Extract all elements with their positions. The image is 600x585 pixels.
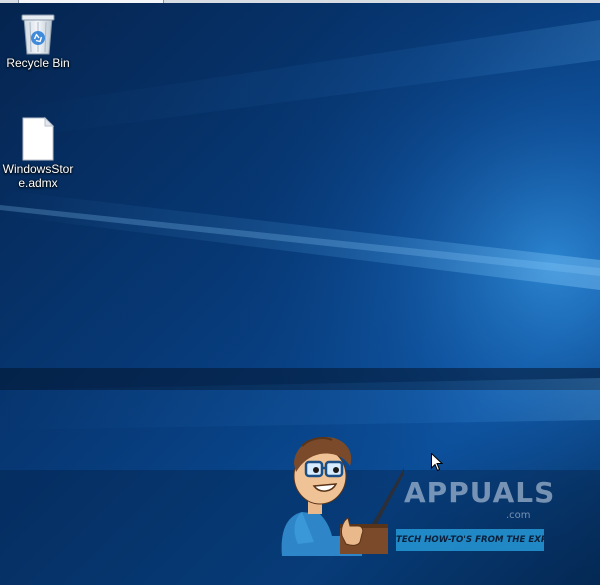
desktop-icon-label: Recycle Bin: [6, 56, 70, 70]
desktop[interactable]: Recycle Bin WindowsStore.admx APPUALS .c…: [0, 0, 600, 585]
desktop-icon-label: WindowsStore.admx: [2, 162, 74, 190]
watermark-domain-suffix: .com: [506, 510, 531, 521]
recycle-bin-icon: [21, 14, 55, 55]
appuals-mascot-logo: [281, 437, 404, 556]
watermark-brand-text: APPUALS: [404, 476, 556, 509]
appuals-watermark: APPUALS .com TECH HOW-TO'S FROM THE EXPE…: [276, 432, 554, 556]
window-edge-strip: [0, 0, 600, 3]
arrow-pointer-icon: [431, 453, 443, 472]
desktop-icon-windowsstore-admx[interactable]: WindowsStore.admx: [0, 116, 76, 190]
desktop-icon-recycle-bin[interactable]: Recycle Bin: [0, 12, 76, 70]
watermark-tagline: TECH HOW-TO'S FROM THE EXPERTS!: [396, 529, 544, 551]
document-file-icon: [22, 116, 55, 161]
window-edge-selection: [18, 0, 164, 3]
